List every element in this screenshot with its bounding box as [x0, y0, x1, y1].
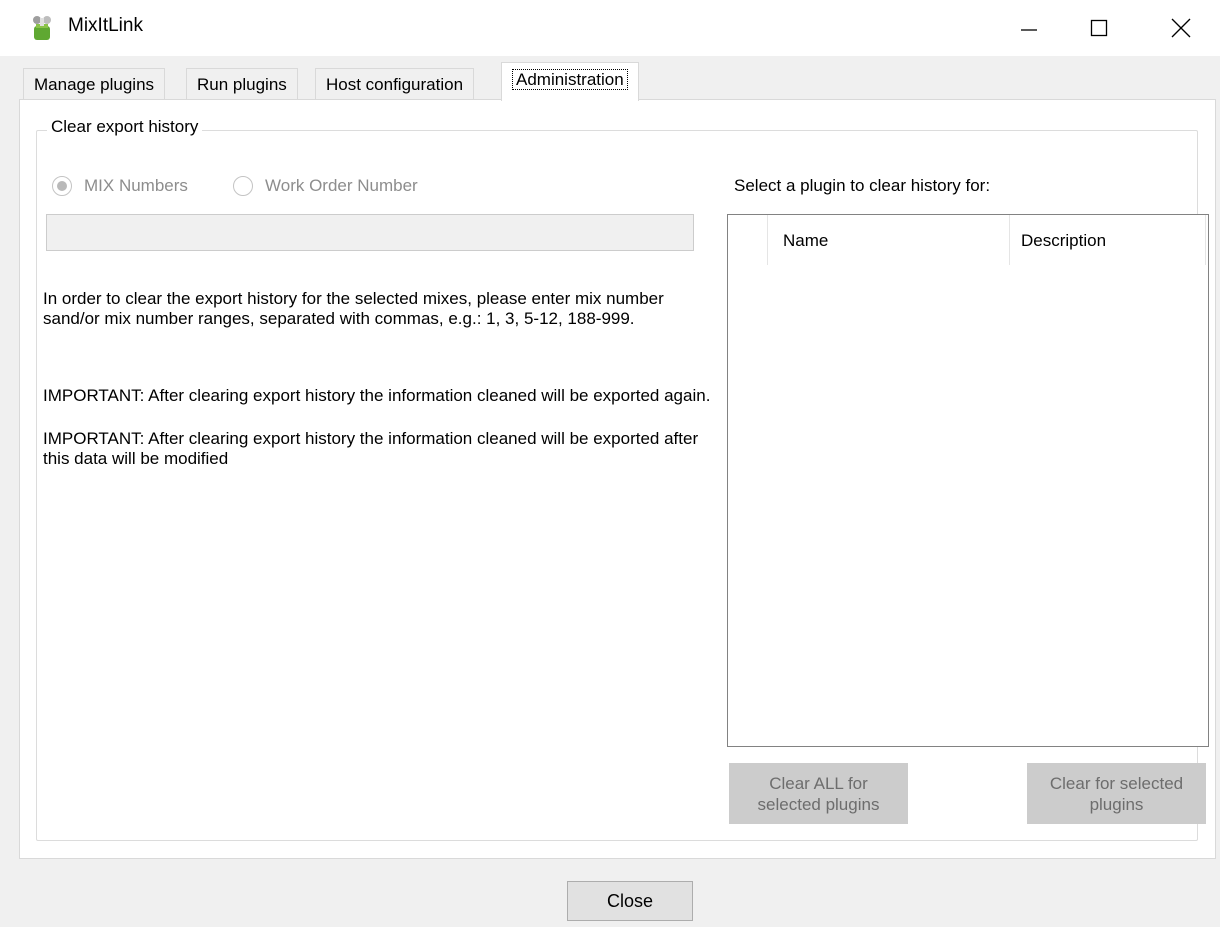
app-icon — [33, 16, 51, 40]
column-header-checkbox[interactable] — [728, 215, 768, 265]
plugin-list[interactable]: Name Description — [727, 214, 1209, 747]
column-header-name[interactable]: Name — [768, 215, 1010, 265]
close-button[interactable]: Close — [567, 881, 693, 921]
important-note-2: IMPORTANT: After clearing export history… — [43, 429, 699, 468]
clear-all-button[interactable]: Clear ALL for selected plugins — [729, 763, 908, 824]
radio-label: Work Order Number — [265, 176, 418, 195]
tab-label: Administration — [512, 69, 628, 90]
button-label: Clear ALL for selected plugins — [757, 773, 880, 814]
window-title: MixItLink — [68, 15, 143, 36]
minimize-button[interactable] — [998, 0, 1060, 56]
tab-label: Run plugins — [197, 75, 287, 94]
maximize-icon — [1090, 19, 1108, 37]
close-icon — [1171, 18, 1191, 38]
group-legend: Clear export history — [47, 117, 203, 137]
radio-indicator — [52, 176, 72, 196]
close-window-button[interactable] — [1150, 0, 1212, 56]
important-note-1: IMPORTANT: After clearing export history… — [43, 386, 711, 405]
radio-work-order-number[interactable]: Work Order Number — [233, 176, 418, 196]
radio-mix-numbers[interactable]: MIX Numbers — [52, 176, 188, 196]
tab-manage-plugins[interactable]: Manage plugins — [23, 68, 166, 100]
button-label: Clear for selected plugins — [1049, 773, 1184, 814]
clear-selected-button[interactable]: Clear for selected plugins — [1027, 763, 1206, 824]
tab-strip: Manage plugins Run plugins Host configur… — [19, 60, 1219, 101]
title-bar: MixItLink — [0, 0, 1220, 56]
tab-run-plugins[interactable]: Run plugins — [186, 68, 298, 100]
radio-indicator — [233, 176, 253, 196]
tab-label: Manage plugins — [34, 75, 155, 94]
tab-label: Host configuration — [326, 75, 464, 94]
minimize-icon — [1021, 29, 1037, 31]
column-header-description[interactable]: Description — [1010, 215, 1206, 265]
list-header: Name Description — [728, 215, 1208, 265]
radio-label: MIX Numbers — [84, 176, 188, 195]
instructions-text: In order to clear the export history for… — [43, 289, 664, 328]
mix-numbers-input[interactable] — [46, 214, 694, 251]
tab-administration[interactable]: Administration — [501, 62, 639, 101]
plugin-list-label: Select a plugin to clear history for: — [734, 176, 991, 195]
maximize-button[interactable] — [1068, 0, 1130, 56]
tab-host-configuration[interactable]: Host configuration — [315, 68, 475, 100]
